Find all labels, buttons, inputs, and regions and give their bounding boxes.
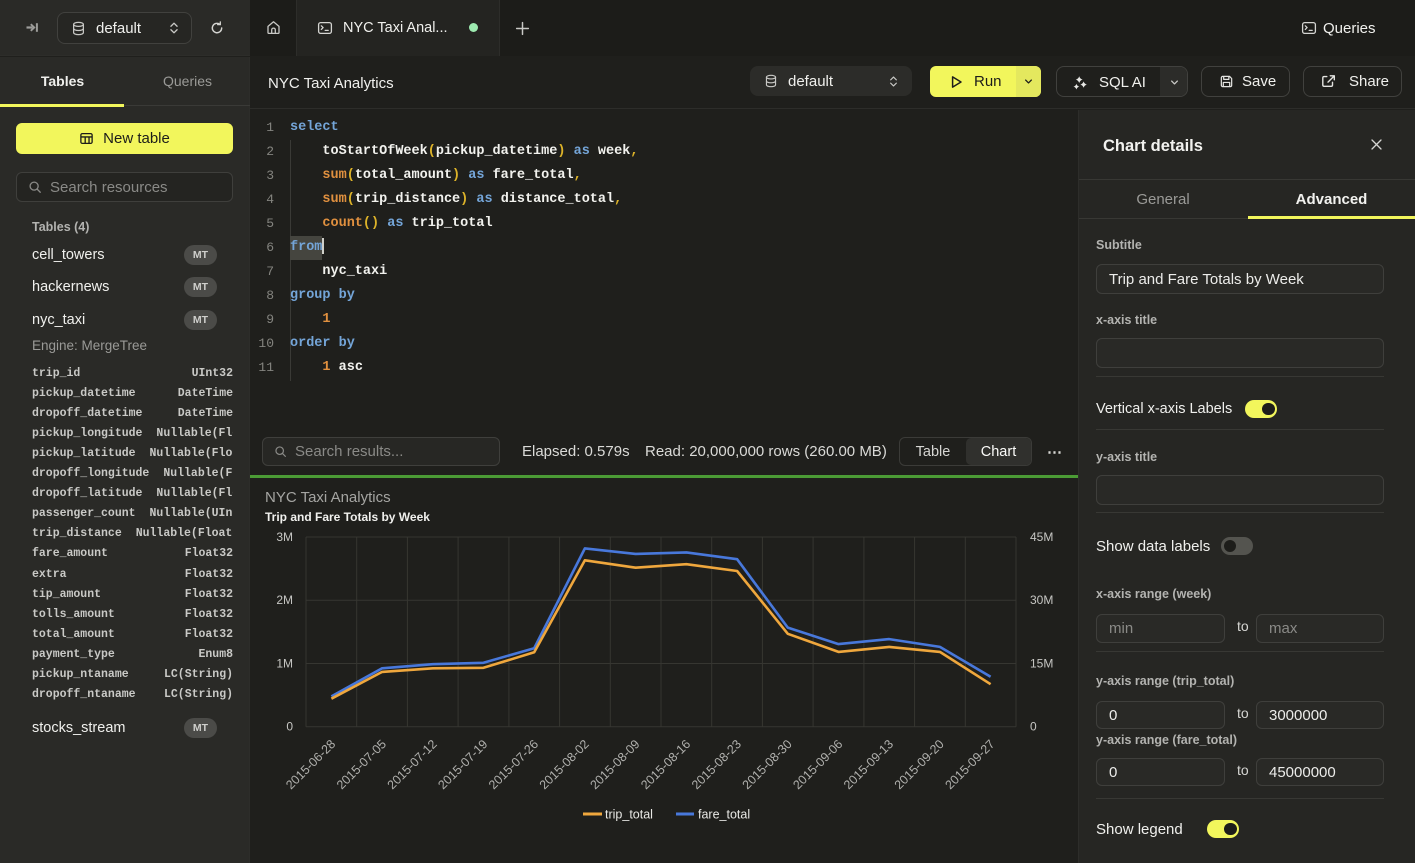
svg-text:2M: 2M — [276, 593, 293, 607]
svg-text:1M: 1M — [276, 657, 293, 671]
svg-text:0: 0 — [1030, 720, 1037, 734]
svg-text:2015-08-23: 2015-08-23 — [689, 737, 744, 792]
svg-text:2015-07-19: 2015-07-19 — [435, 737, 490, 792]
svg-text:2015-08-16: 2015-08-16 — [638, 737, 693, 792]
svg-text:45M: 45M — [1030, 530, 1053, 544]
svg-text:2015-08-02: 2015-08-02 — [537, 737, 592, 792]
svg-text:2015-09-20: 2015-09-20 — [892, 737, 947, 792]
svg-text:2015-08-30: 2015-08-30 — [740, 737, 795, 792]
svg-text:2015-09-27: 2015-09-27 — [942, 737, 997, 792]
svg-text:2015-08-09: 2015-08-09 — [587, 737, 642, 792]
svg-text:15M: 15M — [1030, 657, 1053, 671]
svg-text:fare_total: fare_total — [698, 808, 750, 822]
svg-text:2015-06-28: 2015-06-28 — [283, 737, 338, 792]
svg-text:2015-07-26: 2015-07-26 — [486, 737, 541, 792]
svg-text:2015-09-06: 2015-09-06 — [790, 737, 845, 792]
svg-text:2015-07-05: 2015-07-05 — [334, 737, 389, 792]
svg-text:3M: 3M — [276, 530, 293, 544]
svg-text:trip_total: trip_total — [605, 808, 653, 822]
svg-text:2015-07-12: 2015-07-12 — [385, 737, 440, 792]
svg-text:30M: 30M — [1030, 593, 1053, 607]
svg-text:2015-09-13: 2015-09-13 — [841, 737, 896, 792]
svg-text:0: 0 — [286, 720, 293, 734]
